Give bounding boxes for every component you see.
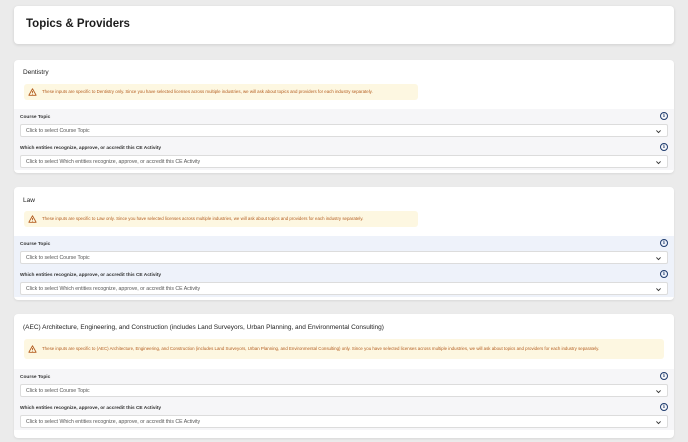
info-icon[interactable]: i	[660, 403, 668, 411]
accreditation-select[interactable]: Click to select Which entities recognize…	[20, 282, 668, 295]
select-placeholder: Click to select Which entities recognize…	[26, 159, 201, 165]
warning-banner: These inputs are specific to Law only. S…	[24, 211, 418, 227]
select-placeholder: Click to select Course Topic	[26, 255, 90, 261]
accreditation-label: Which entities recognize, approve, or ac…	[20, 406, 162, 411]
section-title: (AEC) Architecture, Engineering, and Con…	[23, 324, 384, 331]
warning-text: These inputs are specific to Law only. S…	[42, 216, 364, 222]
warning-text: These inputs are specific to Dentistry o…	[42, 89, 373, 95]
info-icon[interactable]: i	[660, 239, 668, 247]
course-topic-label: Course Topic	[20, 375, 51, 380]
chevron-down-icon	[656, 257, 661, 261]
section-title: Dentistry	[23, 69, 49, 76]
page: Topics & Providers Dentistry These input…	[0, 0, 688, 442]
section-aec: (AEC) Architecture, Engineering, and Con…	[14, 314, 674, 438]
warning-triangle-icon	[28, 215, 37, 223]
page-header: Topics & Providers	[14, 6, 674, 44]
course-topic-select[interactable]: Click to select Course Topic	[20, 251, 668, 264]
warning-banner: These inputs are specific to Dentistry o…	[24, 84, 418, 100]
accreditation-label: Which entities recognize, approve, or ac…	[20, 146, 162, 151]
accreditation-select[interactable]: Click to select Which entities recognize…	[20, 155, 668, 168]
chevron-down-icon	[656, 288, 661, 292]
field-group: Course Topic i Click to select Course To…	[14, 369, 674, 430]
chevron-down-icon	[656, 390, 661, 394]
info-icon[interactable]: i	[660, 112, 668, 120]
info-icon[interactable]: i	[660, 372, 668, 380]
warning-banner: These inputs are specific to (AEC) Archi…	[24, 339, 664, 359]
page-title: Topics & Providers	[26, 18, 130, 30]
field-group: Course Topic i Click to select Course To…	[14, 236, 674, 297]
course-topic-label: Course Topic	[20, 242, 51, 247]
chevron-down-icon	[656, 421, 661, 425]
chevron-down-icon	[656, 161, 661, 165]
course-topic-label: Course Topic	[20, 115, 51, 120]
warning-triangle-icon	[28, 345, 37, 353]
accreditation-label: Which entities recognize, approve, or ac…	[20, 273, 162, 278]
warning-triangle-icon	[28, 88, 37, 96]
section-dentistry: Dentistry These inputs are specific to D…	[14, 60, 674, 173]
select-placeholder: Click to select Which entities recognize…	[26, 419, 201, 425]
warning-text: These inputs are specific to (AEC) Archi…	[42, 346, 600, 352]
accreditation-select[interactable]: Click to select Which entities recognize…	[20, 415, 668, 428]
select-placeholder: Click to select Course Topic	[26, 388, 90, 394]
info-icon[interactable]: i	[660, 143, 668, 151]
course-topic-select[interactable]: Click to select Course Topic	[20, 124, 668, 137]
select-placeholder: Click to select Course Topic	[26, 128, 90, 134]
section-law: Law These inputs are specific to Law onl…	[14, 187, 674, 300]
section-title: Law	[23, 197, 35, 204]
field-group: Course Topic i Click to select Course To…	[14, 109, 674, 170]
info-icon[interactable]: i	[660, 270, 668, 278]
select-placeholder: Click to select Which entities recognize…	[26, 286, 201, 292]
chevron-down-icon	[656, 130, 661, 134]
course-topic-select[interactable]: Click to select Course Topic	[20, 384, 668, 397]
